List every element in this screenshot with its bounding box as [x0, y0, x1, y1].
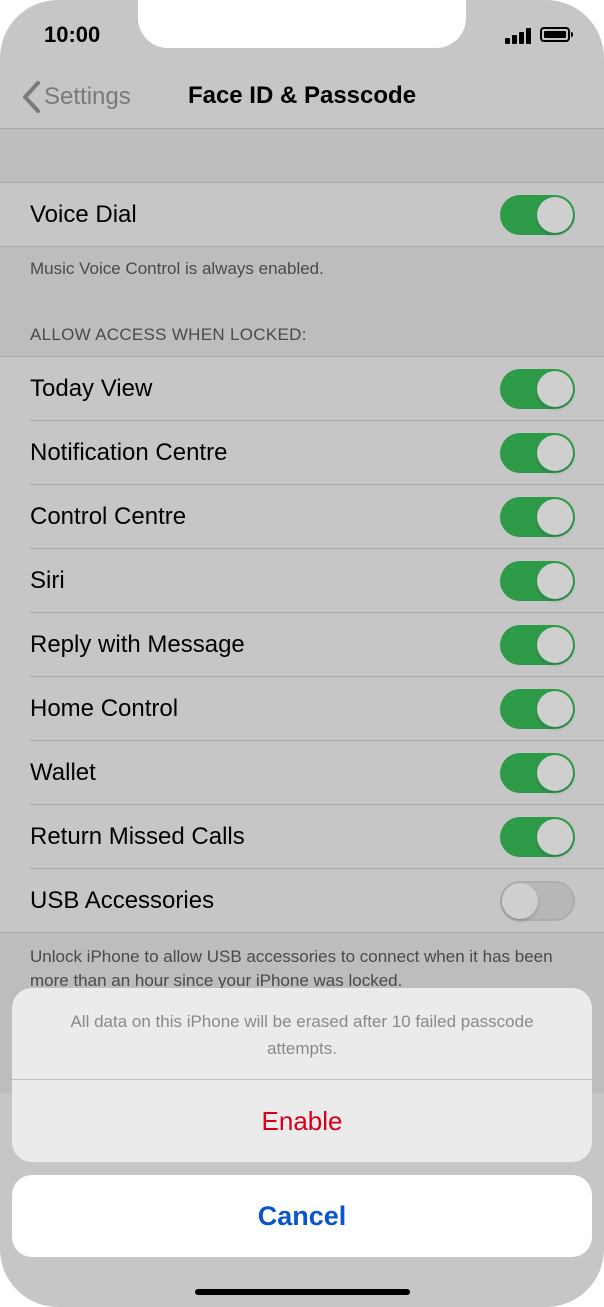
home-control-row: Home Control [0, 677, 604, 741]
notification-centre-label: Notification Centre [30, 439, 228, 466]
return-missed-calls-label: Return Missed Calls [30, 823, 245, 850]
reply-with-message-label: Reply with Message [30, 631, 245, 658]
battery-icon [540, 27, 573, 42]
return-missed-calls-row: Return Missed Calls [0, 805, 604, 869]
status-time: 10:00 [44, 22, 101, 47]
siri-toggle[interactable] [500, 561, 575, 601]
notification-centre-toggle[interactable] [500, 433, 575, 473]
return-missed-calls-toggle[interactable] [500, 817, 575, 857]
control-centre-row: Control Centre [0, 485, 604, 549]
action-sheet-message: All data on this iPhone will be erased a… [70, 1012, 534, 1058]
today-view-label: Today View [30, 375, 153, 402]
phone-screen: 10:00 Settings Face ID & Passcode Voice … [0, 0, 604, 1307]
group-spacer [0, 129, 604, 182]
control-centre-label: Control Centre [30, 503, 187, 530]
wallet-label: Wallet [30, 759, 96, 786]
today-view-row: Today View [0, 357, 604, 421]
siri-row: Siri [0, 549, 604, 613]
notification-centre-row: Notification Centre [0, 421, 604, 485]
reply-with-message-toggle[interactable] [500, 625, 575, 665]
usb-accessories-toggle[interactable] [500, 881, 575, 921]
siri-label: Siri [30, 567, 65, 594]
voice-dial-footer-area: Music Voice Control is always enabled. A… [0, 247, 604, 357]
wallet-row: Wallet [0, 741, 604, 805]
usb-accessories-row: USB Accessories [0, 869, 604, 933]
voice-dial-row: Voice Dial [0, 183, 604, 247]
cancel-button[interactable]: Cancel [12, 1175, 592, 1257]
home-control-label: Home Control [30, 695, 179, 722]
enable-button[interactable]: Enable [12, 1080, 592, 1162]
voice-dial-note: Music Voice Control is always enabled. [30, 259, 324, 278]
page-title: Face ID & Passcode [187, 82, 417, 109]
today-view-toggle[interactable] [500, 369, 575, 409]
voice-dial-toggle[interactable] [500, 195, 575, 235]
home-control-toggle[interactable] [500, 689, 575, 729]
wallet-toggle[interactable] [500, 753, 575, 793]
voice-dial-label: Voice Dial [30, 201, 137, 228]
cellular-signal-icon [505, 28, 533, 44]
section-header-locked: ALLOW ACCESS WHEN LOCKED: [30, 325, 307, 344]
reply-with-message-row: Reply with Message [0, 613, 604, 677]
home-indicator[interactable] [195, 1289, 410, 1295]
notch [138, 0, 466, 48]
usb-accessories-note: Unlock iPhone to allow USB accessories t… [30, 947, 553, 990]
control-centre-toggle[interactable] [500, 497, 575, 537]
usb-accessories-label: USB Accessories [30, 887, 215, 914]
action-sheet: All data on this iPhone will be erased a… [12, 988, 592, 1162]
